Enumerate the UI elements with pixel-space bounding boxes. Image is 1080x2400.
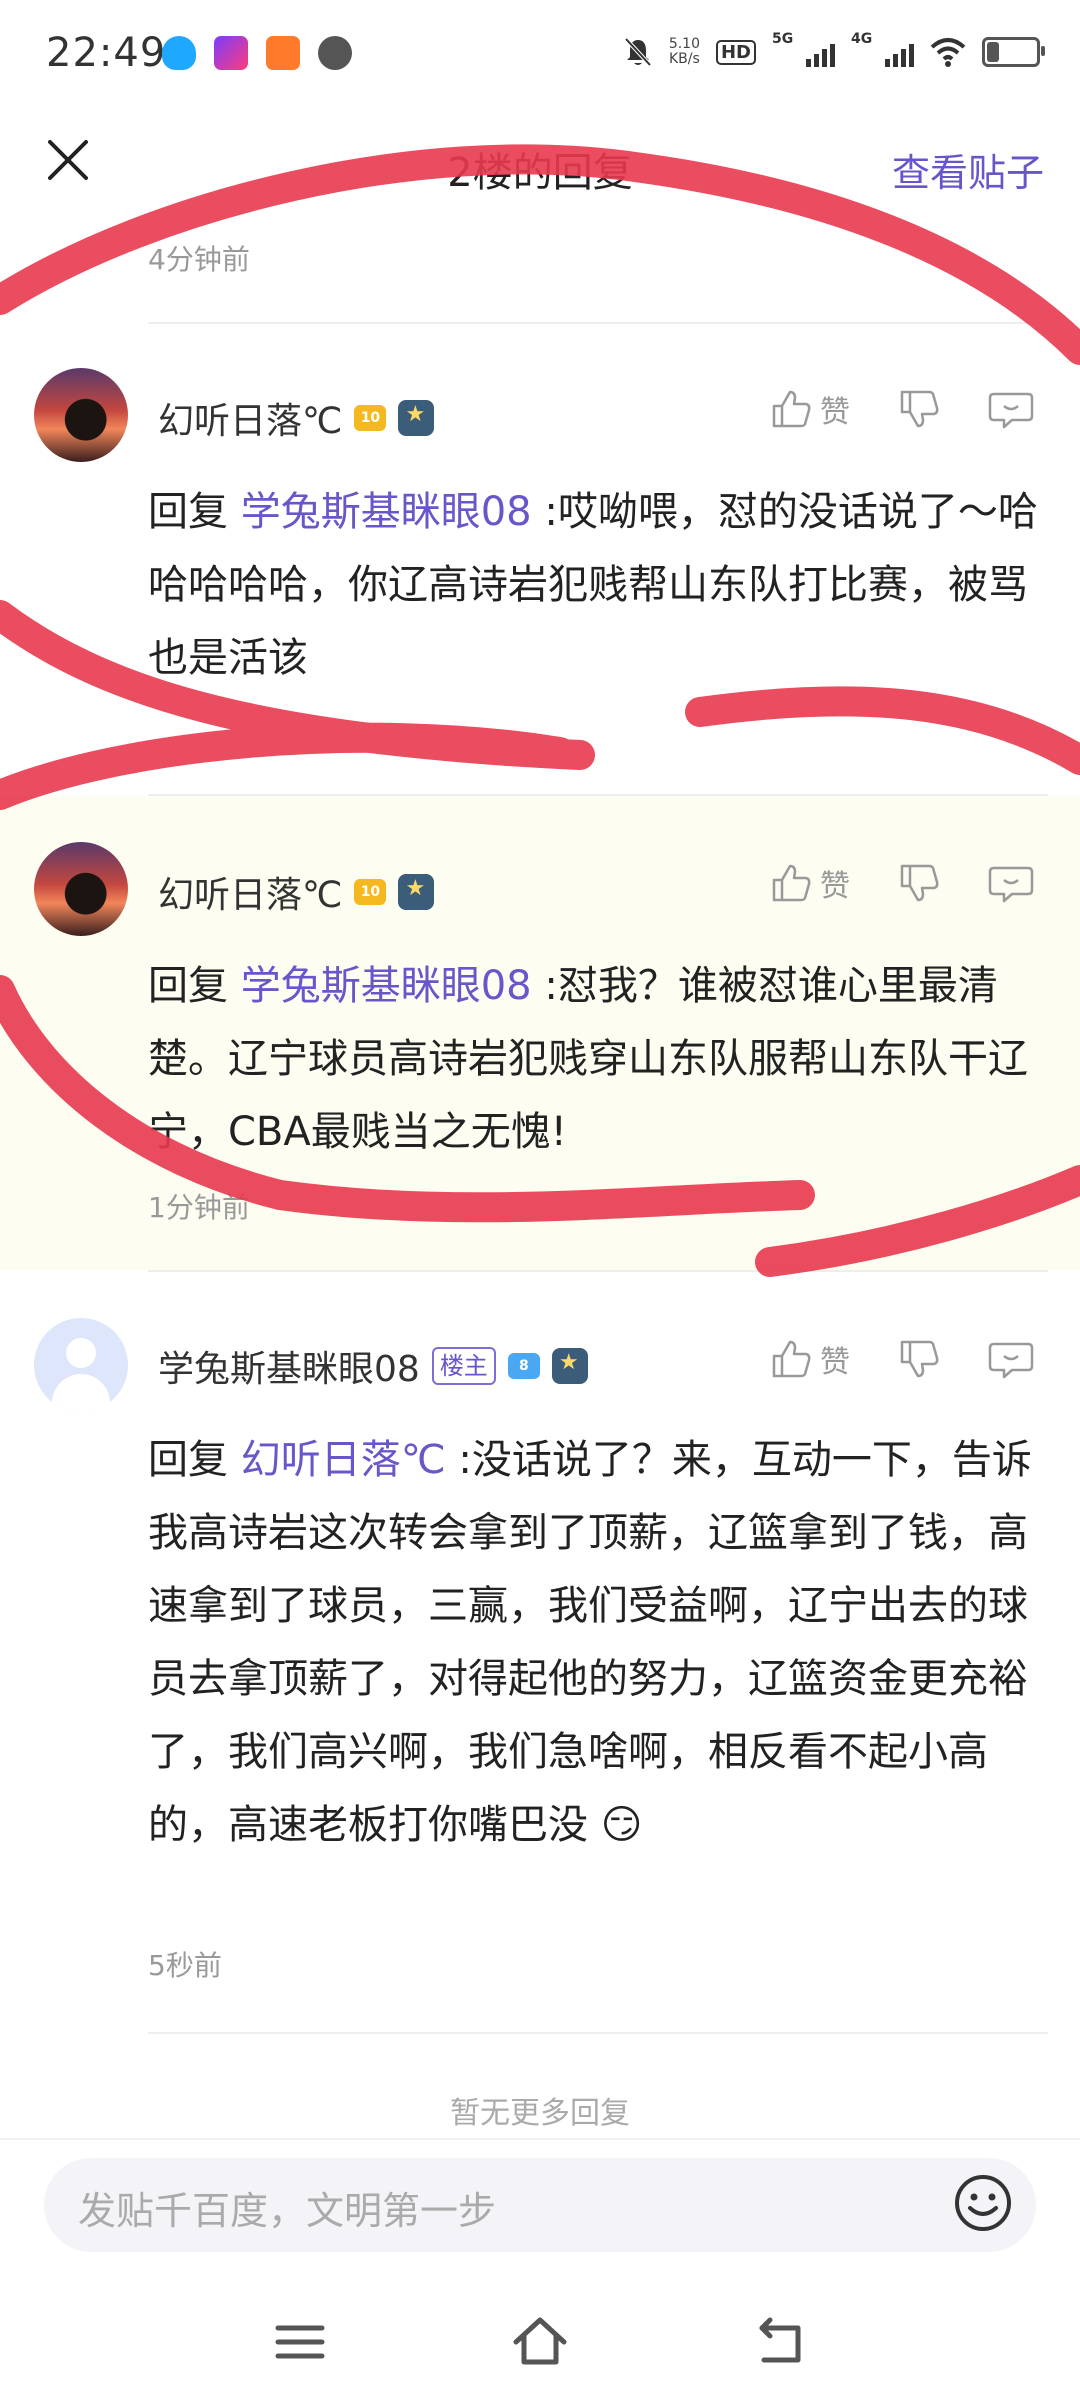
reply-header: 2楼的回复 查看贴子: [0, 116, 1080, 216]
net-speed-unit: KB/s: [669, 51, 700, 67]
reply-prefix: 回复: [148, 489, 228, 535]
mention-link[interactable]: 学兔斯基眯眼08: [241, 489, 532, 535]
home-icon[interactable]: [508, 2310, 572, 2374]
level-badge: 10: [354, 405, 387, 431]
emoji-icon[interactable]: [952, 2172, 1014, 2234]
qq-icon: [162, 36, 196, 70]
thumb-up-icon: [772, 1340, 811, 1378]
comment-button[interactable]: [988, 386, 1034, 432]
system-nav-bar: [0, 2290, 1080, 2400]
mention-link[interactable]: 学兔斯基眯眼08: [241, 963, 532, 1009]
comment-bubble-icon: [988, 866, 1034, 903]
dislike-button[interactable]: [896, 860, 942, 906]
signal-4g-icon: 4G: [851, 31, 914, 67]
reply-actions: 赞: [768, 386, 1034, 432]
reply-item: 学兔斯基眯眼08 楼主 8 赞 回复 幻听日落℃ :没话说了？来，互动一下，告诉…: [0, 1272, 1080, 2032]
status-time: 22:49: [46, 30, 167, 76]
view-post-button[interactable]: 查看贴子: [892, 142, 1044, 197]
medal-icon: [551, 1348, 588, 1384]
comment-button[interactable]: [988, 860, 1034, 906]
username-row: 学兔斯基眯眼08 楼主 8: [158, 1340, 588, 1392]
thumb-down-icon: [900, 390, 939, 428]
avatar[interactable]: [34, 368, 128, 462]
reply-input[interactable]: 发贴千百度，文明第一步: [44, 2158, 1036, 2252]
signal-4g-label: 4G: [851, 31, 873, 47]
reply-time: 1分钟前: [148, 1191, 250, 1224]
like-button[interactable]: 赞: [768, 860, 850, 906]
level-badge: 8: [507, 1353, 540, 1379]
game-app-icon: [266, 36, 300, 70]
battery-icon: [982, 37, 1045, 67]
signal-5g-icon: 5G: [772, 31, 835, 67]
reply-item: 幻听日落℃ 10 赞 回复 学兔斯基眯眼08 :哎呦喂，怼的没话说了～哈哈哈哈哈…: [0, 324, 1080, 794]
username-row: 幻听日落℃ 10: [158, 866, 435, 918]
thumb-down-icon: [900, 864, 939, 902]
signal-5g-label: 5G: [772, 31, 794, 47]
comment-bubble-icon: [988, 1342, 1034, 1379]
medal-icon: [398, 874, 435, 910]
reply-content: 回复 幻听日落℃ :没话说了？来，互动一下，告诉我高诗岩这次转会拿到了顶薪，辽篮…: [148, 1424, 1044, 1862]
divider: [0, 2138, 1080, 2140]
reply-prefix: 回复: [148, 1437, 228, 1483]
mention-link[interactable]: 幻听日落℃: [241, 1437, 446, 1483]
dislike-button[interactable]: [896, 1336, 942, 1382]
reply-input-placeholder: 发贴千百度，文明第一步: [78, 2189, 497, 2233]
comment-bubble-icon: [988, 392, 1034, 429]
back-icon[interactable]: [748, 2310, 812, 2374]
reply-actions: 赞: [768, 860, 1034, 906]
thumb-up-icon: [772, 864, 811, 902]
comment-button[interactable]: [988, 1336, 1034, 1382]
notification-icons: [162, 36, 352, 70]
reply-time: 5秒前: [148, 1949, 222, 1982]
avatar[interactable]: [34, 842, 128, 936]
wifi-icon: [930, 38, 966, 67]
floor-time: 4分钟前: [148, 243, 250, 276]
sync-icon: [318, 36, 352, 70]
battery-fill: [987, 42, 999, 62]
reply-actions: 赞: [768, 1336, 1034, 1382]
smirk-emoji: 😏: [600, 1802, 643, 1848]
username-row: 幻听日落℃ 10: [158, 392, 435, 444]
no-more-replies: 暂无更多回复: [450, 2096, 630, 2131]
status-right: 5.10 KB/s HD 5G 4G: [623, 31, 1045, 68]
mute-bell-icon: [624, 37, 652, 67]
menu-icon[interactable]: [268, 2310, 332, 2374]
net-speed-value: 5.10: [668, 36, 700, 52]
reply-prefix: 回复: [148, 963, 228, 1009]
like-button[interactable]: 赞: [768, 1336, 850, 1382]
reply-content: 回复 学兔斯基眯眼08 :哎呦喂，怼的没话说了～哈哈哈哈哈，你辽高诗岩犯贱帮山东…: [148, 476, 1044, 695]
reply-content: 回复 学兔斯基眯眼08 :怼我？谁被怼谁心里最清楚。辽宁球员高诗岩犯贱穿山东队服…: [148, 950, 1044, 1169]
reply-text: :没话说了？来，互动一下，告诉我高诗岩这次转会拿到了顶薪，辽篮拿到了钱，高速拿到…: [148, 1437, 1032, 1848]
username[interactable]: 幻听日落℃: [158, 392, 342, 444]
net-speed: 5.10 KB/s: [669, 37, 700, 67]
divider: [148, 2032, 1048, 2034]
video-app-icon: [214, 36, 248, 70]
hd-badge: HD: [715, 39, 756, 65]
dislike-button[interactable]: [896, 386, 942, 432]
owner-badge: 楼主: [431, 1347, 496, 1385]
medal-icon: [398, 400, 435, 436]
thumb-down-icon: [900, 1340, 939, 1378]
avatar[interactable]: [34, 1318, 128, 1412]
status-bar: 22:49 5.10 KB/s HD 5G 4G: [0, 0, 1080, 116]
reply-item-highlighted: 幻听日落℃ 10 赞 回复 学兔斯基眯眼08 :怼我？谁被怼谁心里最清楚。辽宁球…: [0, 796, 1080, 1270]
level-badge: 10: [354, 879, 387, 905]
like-label: 赞: [820, 395, 850, 430]
like-label: 赞: [820, 1345, 850, 1380]
like-button[interactable]: 赞: [768, 386, 850, 432]
username[interactable]: 学兔斯基眯眼08: [158, 1340, 420, 1392]
username[interactable]: 幻听日落℃: [158, 866, 342, 918]
thumb-up-icon: [772, 390, 811, 428]
like-label: 赞: [820, 869, 850, 904]
